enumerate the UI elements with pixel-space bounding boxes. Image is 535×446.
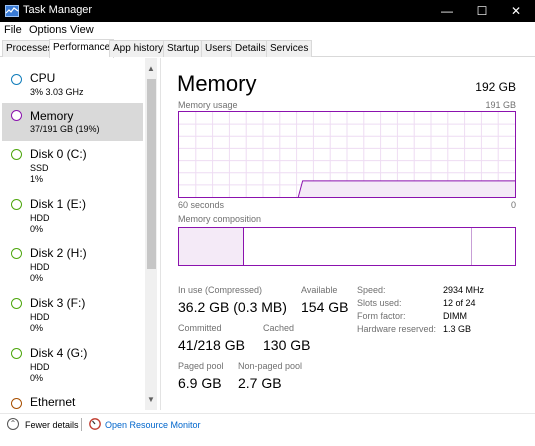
- memory-usage-graph: [178, 111, 516, 198]
- sidebar-item-sub: 0%: [30, 323, 44, 333]
- composition-standby[interactable]: [243, 228, 472, 265]
- sidebar-item-label: Disk 4 (G:): [30, 346, 88, 360]
- composition-free[interactable]: [471, 228, 515, 265]
- resource-monitor-icon: [89, 418, 101, 430]
- menu-options[interactable]: Options: [29, 24, 67, 36]
- hardware-reserved-label: Hardware reserved:: [357, 324, 437, 334]
- resource-sidebar: CPU 3% 3.03 GHz Memory 37/191 GB (19%) D…: [0, 58, 160, 410]
- speed-label: Speed:: [357, 285, 386, 295]
- cached-value: 130 GB: [263, 337, 311, 353]
- sidebar-item-sub: 0%: [30, 224, 44, 234]
- sidebar-item-label: Disk 0 (C:): [30, 147, 87, 161]
- tab-services[interactable]: Services: [266, 40, 313, 57]
- usage-graph-label: Memory usage: [178, 100, 238, 110]
- sidebar-item-ethernet[interactable]: Ethernet: [2, 393, 143, 410]
- sidebar-item-label: Disk 3 (F:): [30, 296, 86, 310]
- slots-used-value: 12 of 24: [443, 298, 476, 308]
- disk-status-icon: [11, 199, 22, 210]
- tab-app-history[interactable]: App history: [109, 40, 168, 57]
- scroll-up-icon[interactable]: ▲: [145, 63, 157, 75]
- non-paged-pool-label: Non-paged pool: [238, 361, 303, 371]
- in-use-value: 36.2 GB (0.3 MB): [178, 299, 287, 315]
- sidebar-item-type: HDD: [30, 213, 50, 223]
- available-value: 154 GB: [301, 299, 349, 315]
- total-memory: 192 GB: [475, 80, 516, 94]
- sidebar-item-disk-0[interactable]: Disk 0 (C:) SSD 1%: [2, 144, 143, 190]
- menu-bar: File Options View: [0, 22, 535, 39]
- cached-label: Cached: [263, 323, 295, 333]
- tab-details[interactable]: Details: [231, 40, 270, 57]
- sidebar-item-label: CPU: [30, 71, 56, 85]
- hardware-reserved-value: 1.3 GB: [443, 324, 472, 334]
- non-paged-pool-value: 2.7 GB: [238, 375, 282, 391]
- sidebar-item-sub: 3% 3.03 GHz: [30, 87, 84, 97]
- footer-bar: ⌃ Fewer details Open Resource Monitor: [0, 413, 535, 446]
- form-factor-label: Form factor:: [357, 311, 406, 321]
- sidebar-item-type: HDD: [30, 312, 50, 322]
- minimize-button[interactable]: —: [430, 0, 464, 22]
- tab-startup[interactable]: Startup: [163, 40, 204, 57]
- open-resource-monitor-link[interactable]: Open Resource Monitor: [105, 420, 201, 430]
- sidebar-item-sub: 0%: [30, 273, 44, 283]
- in-use-label: In use (Compressed): [178, 285, 263, 295]
- committed-value: 41/218 GB: [178, 337, 245, 353]
- sidebar-item-type: HDD: [30, 362, 50, 372]
- menu-view[interactable]: View: [70, 24, 94, 36]
- sidebar-item-disk-1[interactable]: Disk 1 (E:) HDD 0%: [2, 194, 143, 240]
- usage-graph-max: 191 GB: [485, 100, 516, 110]
- disk-status-icon: [11, 149, 22, 160]
- sidebar-item-type: HDD: [30, 262, 50, 272]
- sidebar-item-disk-4[interactable]: Disk 4 (G:) HDD 0%: [2, 343, 143, 389]
- task-manager-icon: [5, 5, 19, 17]
- form-factor-value: DIMM: [443, 311, 467, 321]
- available-label: Available: [301, 285, 338, 295]
- disk-status-icon: [11, 298, 22, 309]
- network-status-icon: [11, 398, 22, 409]
- usage-graph-canvas: [179, 112, 515, 197]
- graph-x-right-label: 0: [510, 200, 516, 210]
- composition-label: Memory composition: [178, 214, 262, 224]
- sidebar-item-sub: 37/191 GB (19%): [30, 124, 100, 134]
- slots-used-label: Slots used:: [357, 298, 402, 308]
- maximize-button[interactable]: ☐: [465, 0, 499, 22]
- panel-divider: [160, 58, 161, 410]
- close-button[interactable]: ✕: [499, 0, 533, 22]
- title-bar: Task Manager — ☐ ✕: [0, 0, 535, 22]
- disk-status-icon: [11, 348, 22, 359]
- scrollbar-thumb[interactable]: [147, 79, 156, 269]
- composition-in-use[interactable]: [179, 228, 244, 265]
- fewer-details-link[interactable]: Fewer details: [25, 420, 79, 430]
- sidebar-item-disk-3[interactable]: Disk 3 (F:) HDD 0%: [2, 293, 143, 339]
- graph-x-left-label: 60 seconds: [178, 200, 225, 210]
- menu-file[interactable]: File: [4, 24, 22, 36]
- usage-area: [298, 180, 515, 197]
- sidebar-item-label: Disk 2 (H:): [30, 246, 87, 260]
- speed-value: 2934 MHz: [443, 285, 485, 295]
- memory-status-icon: [11, 110, 22, 121]
- window-title: Task Manager: [23, 4, 93, 16]
- sidebar-item-sub: 0%: [30, 373, 44, 383]
- page-title: Memory: [177, 71, 257, 96]
- sidebar-item-type: SSD: [30, 163, 49, 173]
- scroll-down-icon[interactable]: ▼: [145, 394, 157, 406]
- sidebar-item-sub: 1%: [30, 174, 44, 184]
- paged-pool-label: Paged pool: [178, 361, 224, 371]
- sidebar-item-label: Ethernet: [30, 395, 76, 409]
- tab-users[interactable]: Users: [201, 40, 236, 57]
- chevron-up-icon[interactable]: ⌃: [7, 418, 19, 430]
- committed-label: Committed: [178, 323, 222, 333]
- memory-composition-bar: [178, 227, 516, 266]
- footer-separator: [81, 418, 82, 431]
- sidebar-item-label: Memory: [30, 109, 74, 123]
- sidebar-item-memory[interactable]: Memory 37/191 GB (19%): [2, 103, 143, 141]
- disk-status-icon: [11, 248, 22, 259]
- tab-performance[interactable]: Performance: [49, 39, 115, 58]
- cpu-status-icon: [11, 74, 22, 85]
- tab-strip: Processes Performance App history Startu…: [0, 39, 535, 58]
- sidebar-item-label: Disk 1 (E:): [30, 197, 87, 211]
- paged-pool-value: 6.9 GB: [178, 375, 222, 391]
- sidebar-item-disk-2[interactable]: Disk 2 (H:) HDD 0%: [2, 243, 143, 289]
